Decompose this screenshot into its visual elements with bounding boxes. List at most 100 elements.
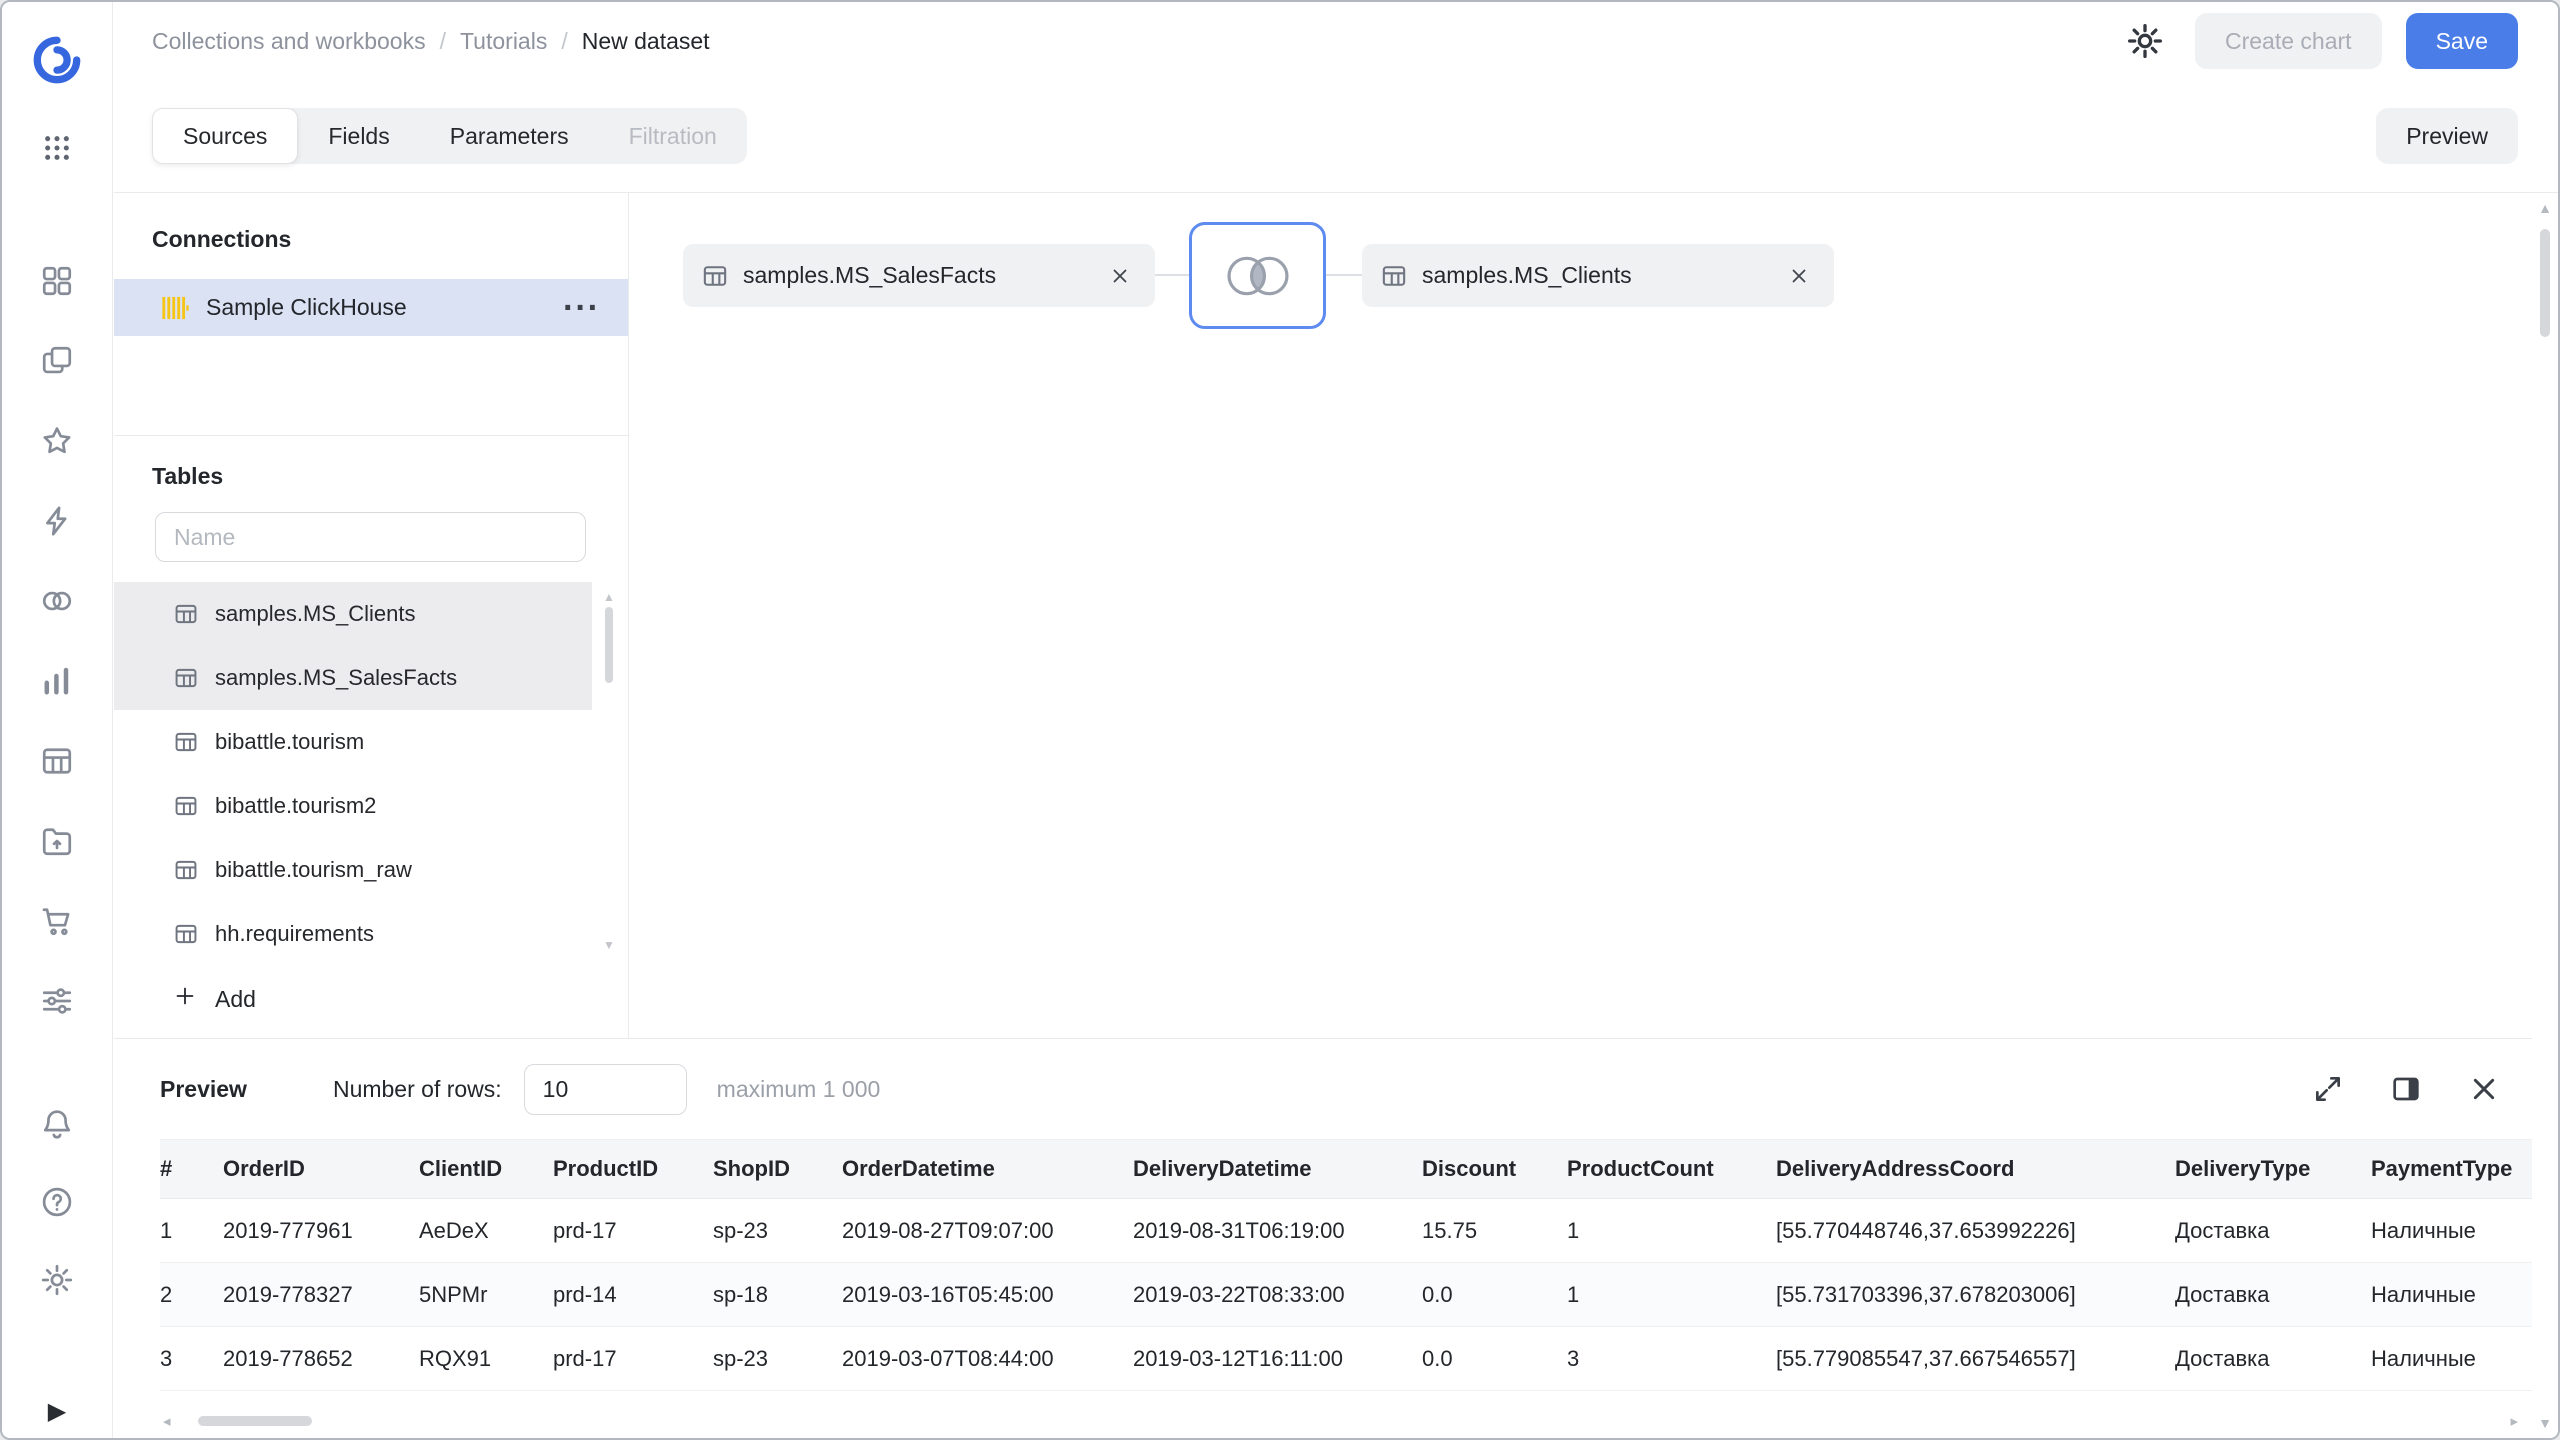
scroll-track[interactable] bbox=[2540, 215, 2550, 1416]
folder-icon[interactable] bbox=[29, 813, 85, 869]
preview-table: #OrderIDClientIDProductIDShopIDOrderDate… bbox=[160, 1139, 2532, 1391]
gear-icon[interactable] bbox=[29, 1252, 85, 1308]
close-icon[interactable] bbox=[1784, 261, 1814, 291]
cart-icon[interactable] bbox=[29, 893, 85, 949]
scroll-left-icon[interactable]: ◂ bbox=[159, 1412, 175, 1430]
source-chip-salesfacts[interactable]: samples.MS_SalesFacts bbox=[683, 244, 1155, 307]
cell: 5NPMr bbox=[419, 1263, 553, 1327]
rows-count-input[interactable] bbox=[524, 1064, 687, 1115]
tab-parameters[interactable]: Parameters bbox=[420, 108, 599, 164]
settings-gear-icon[interactable] bbox=[2119, 15, 2171, 67]
scroll-up-icon[interactable]: ▲ bbox=[2538, 201, 2552, 215]
close-icon[interactable] bbox=[2462, 1067, 2506, 1111]
table-list-item[interactable]: samples.MS_SalesFacts bbox=[114, 646, 592, 710]
preview-hscrollbar[interactable]: ◂ ▸ bbox=[159, 1410, 2522, 1432]
cell: sp-23 bbox=[713, 1327, 842, 1391]
inner-join-venn-icon bbox=[1221, 250, 1295, 302]
preview-title: Preview bbox=[160, 1076, 247, 1103]
scroll-right-icon[interactable]: ▸ bbox=[2506, 1412, 2522, 1430]
breadcrumb-item: New dataset bbox=[582, 28, 710, 55]
tabs: SourcesFieldsParametersFiltration bbox=[152, 108, 747, 164]
scroll-up-icon[interactable]: ▲ bbox=[603, 591, 615, 603]
split-view-icon[interactable] bbox=[2384, 1067, 2428, 1111]
table-list-item[interactable]: samples.MS_Clients bbox=[114, 582, 592, 646]
column-header: PaymentType bbox=[2371, 1140, 2532, 1199]
breadcrumb-item[interactable]: Tutorials bbox=[460, 28, 547, 55]
star-icon[interactable] bbox=[29, 413, 85, 469]
column-header: OrderID bbox=[223, 1140, 419, 1199]
cell: 1 bbox=[1567, 1263, 1776, 1327]
apps-menu-icon[interactable] bbox=[29, 120, 85, 176]
table-icon bbox=[173, 601, 199, 627]
help-icon[interactable] bbox=[29, 1174, 85, 1230]
preview-toggle-button[interactable]: Preview bbox=[2376, 108, 2518, 164]
scroll-down-icon[interactable]: ▼ bbox=[2538, 1416, 2552, 1430]
circles-icon[interactable] bbox=[29, 573, 85, 629]
table-list-item[interactable]: bibattle.tourism bbox=[114, 710, 592, 774]
layers-icon[interactable] bbox=[29, 333, 85, 389]
scroll-thumb[interactable] bbox=[198, 1416, 312, 1426]
table-icon bbox=[173, 857, 199, 883]
add-table-button[interactable]: Add bbox=[114, 974, 628, 1024]
sidebar-nav bbox=[29, 253, 85, 1029]
column-header: # bbox=[160, 1140, 223, 1199]
scroll-thumb[interactable] bbox=[605, 607, 613, 683]
close-icon[interactable] bbox=[1105, 261, 1135, 291]
scroll-track[interactable] bbox=[175, 1415, 2507, 1427]
sliders-icon[interactable] bbox=[29, 973, 85, 1029]
breadcrumb-item[interactable]: Collections and workbooks bbox=[152, 28, 426, 55]
join-canvas: samples.MS_SalesFacts samples.MS_Clients bbox=[629, 193, 2558, 1038]
sidebar-expand-icon[interactable]: ▶ bbox=[37, 1394, 77, 1428]
bar-chart-icon[interactable] bbox=[29, 653, 85, 709]
table-list-item[interactable]: hh.requirements bbox=[114, 902, 592, 966]
connection-item[interactable]: Sample ClickHouse ··· bbox=[114, 279, 628, 336]
scroll-down-icon[interactable]: ▼ bbox=[603, 939, 615, 951]
table-name: bibattle.tourism2 bbox=[215, 793, 376, 819]
expand-icon[interactable] bbox=[2306, 1067, 2350, 1111]
grid-icon[interactable] bbox=[29, 253, 85, 309]
save-button[interactable]: Save bbox=[2406, 13, 2518, 69]
tabs-bar: SourcesFieldsParametersFiltration Previe… bbox=[114, 80, 2558, 193]
cell: 2019-778652 bbox=[223, 1327, 419, 1391]
datalens-logo-icon[interactable] bbox=[27, 30, 87, 90]
table-row: 22019-7783275NPMrprd-14sp-182019-03-16T0… bbox=[160, 1263, 2532, 1327]
column-header: DeliveryDatetime bbox=[1133, 1140, 1422, 1199]
column-header: ProductID bbox=[553, 1140, 713, 1199]
source-chip-clients[interactable]: samples.MS_Clients bbox=[1362, 244, 1834, 307]
table-icon bbox=[1380, 262, 1408, 290]
tables-list-scrollbar[interactable]: ▲ ▼ bbox=[603, 591, 615, 951]
app-window: ▶ Collections and workbooks/Tutorials/Ne… bbox=[0, 0, 2560, 1440]
cell: 0.0 bbox=[1422, 1263, 1567, 1327]
table-icon[interactable] bbox=[29, 733, 85, 789]
tab-fields[interactable]: Fields bbox=[298, 108, 419, 164]
connection-name: Sample ClickHouse bbox=[206, 294, 407, 321]
scroll-thumb[interactable] bbox=[2540, 229, 2550, 337]
tables-list: samples.MS_Clientssamples.MS_SalesFactsb… bbox=[114, 582, 628, 966]
tab-filtration[interactable]: Filtration bbox=[599, 108, 747, 164]
preview-table-wrap: #OrderIDClientIDProductIDShopIDOrderDate… bbox=[114, 1139, 2532, 1404]
sources-panel: Connections Sample ClickHouse ··· Tables… bbox=[114, 193, 629, 1038]
table-list-item[interactable]: bibattle.tourism_raw bbox=[114, 838, 592, 902]
table-icon bbox=[173, 921, 199, 947]
table-list-item[interactable]: bibattle.tourism2 bbox=[114, 774, 592, 838]
rows-count-label: Number of rows: bbox=[333, 1076, 502, 1103]
cell: prd-14 bbox=[553, 1263, 713, 1327]
sidebar: ▶ bbox=[2, 2, 113, 1438]
cell: Наличные bbox=[2371, 1263, 2532, 1327]
preview-header-row: #OrderIDClientIDProductIDShopIDOrderDate… bbox=[160, 1140, 2532, 1199]
table-row: 12019-777961AeDeXprd-17sp-232019-08-27T0… bbox=[160, 1199, 2532, 1263]
more-menu-icon[interactable]: ··· bbox=[563, 298, 600, 318]
clickhouse-icon bbox=[160, 293, 190, 323]
join-icon-button[interactable] bbox=[1189, 222, 1326, 329]
scroll-track[interactable] bbox=[605, 603, 613, 939]
lightning-icon[interactable] bbox=[29, 493, 85, 549]
bell-icon[interactable] bbox=[29, 1096, 85, 1152]
cell: [55.770448746,37.653992226] bbox=[1776, 1199, 2175, 1263]
cell: 0.0 bbox=[1422, 1327, 1567, 1391]
page-vscrollbar[interactable]: ▲ ▼ bbox=[2532, 193, 2558, 1438]
source-chip-label: samples.MS_SalesFacts bbox=[743, 262, 996, 289]
tab-sources[interactable]: Sources bbox=[152, 108, 298, 164]
tables-search-input[interactable] bbox=[155, 512, 586, 562]
cell: 2019-08-27T09:07:00 bbox=[842, 1199, 1133, 1263]
create-chart-button[interactable]: Create chart bbox=[2195, 13, 2382, 69]
